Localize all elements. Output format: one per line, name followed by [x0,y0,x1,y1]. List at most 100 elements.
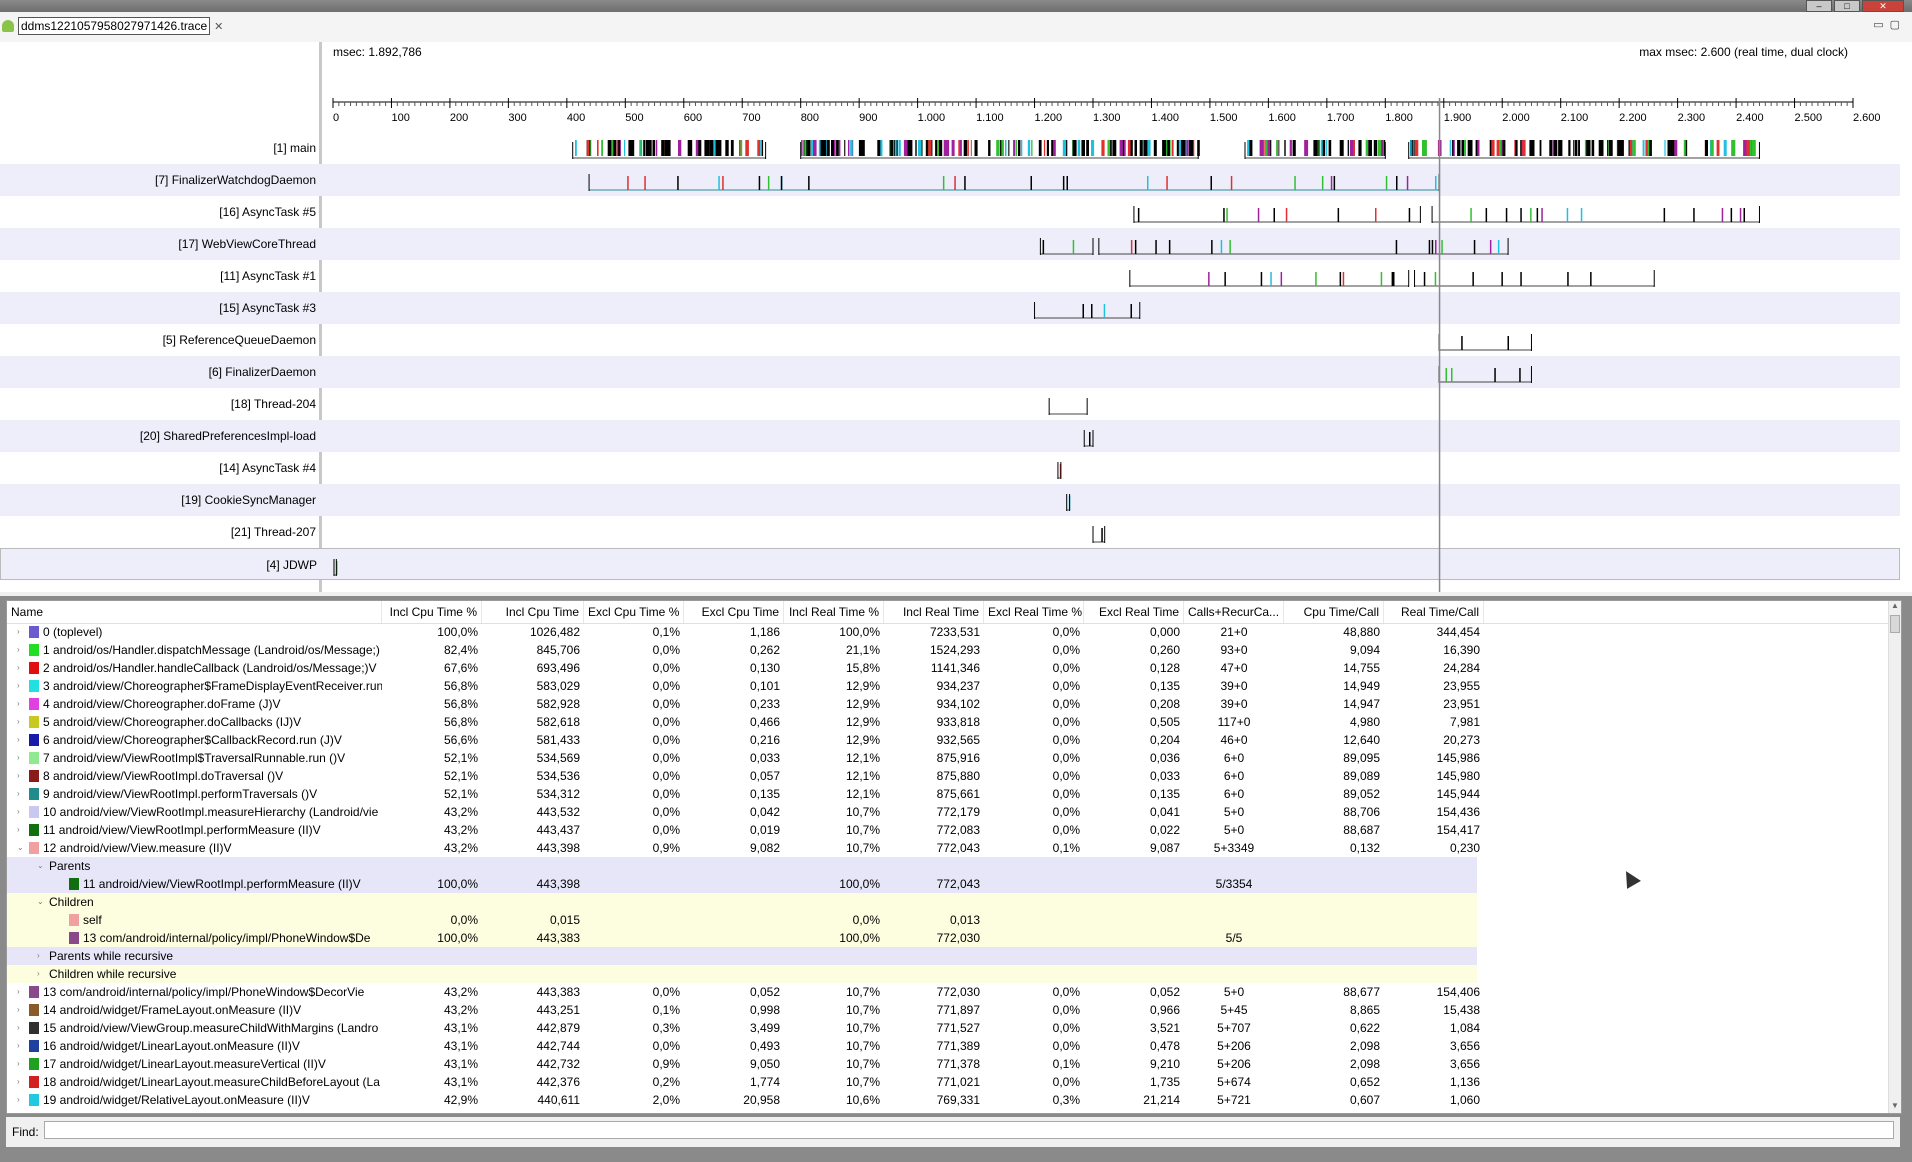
scrollbar-thumb[interactable] [1890,615,1900,633]
thread-activity-track[interactable] [0,324,1900,356]
expand-toggle-icon[interactable]: › [37,947,47,965]
table-row[interactable]: 13 com/android/internal/policy/impl/Phon… [7,929,1477,947]
table-row[interactable]: ⌄ 12 android/view/View.measure (II)V 43,2%… [7,839,1480,857]
close-window-button[interactable]: ✕ [1862,0,1904,12]
maximize-button[interactable]: □ [1834,0,1860,12]
minimize-button[interactable]: – [1806,0,1832,12]
table-row[interactable]: ⌄ Parents [7,857,1477,875]
thread-row[interactable]: [6] FinalizerDaemon [0,356,1900,388]
table-row[interactable]: › 1 android/os/Handler.dispatchMessage (L… [7,641,1480,659]
find-input[interactable] [44,1121,1894,1139]
scroll-down-icon[interactable]: ▼ [1889,1101,1901,1113]
column-header[interactable]: Incl Real Time [884,601,984,623]
thread-activity-track[interactable] [0,388,1900,420]
expand-toggle-icon[interactable]: › [17,677,27,695]
time-ruler[interactable]: 0 100 200 300 400 500 600 700 800 900 1.000 1.100 1.… [0,42,1912,132]
table-row[interactable]: self 0,0% 0,015 0,0% 0,013 [7,911,1477,929]
thread-row[interactable]: [14] AsyncTask #4 [0,452,1900,484]
thread-activity-track[interactable] [0,452,1900,484]
thread-row[interactable]: [16] AsyncTask #5 [0,196,1900,228]
thread-row[interactable]: [15] AsyncTask #3 [0,292,1900,324]
table-row[interactable]: 11 android/view/ViewRootImpl.performMeas… [7,875,1477,893]
table-row[interactable]: › 10 android/view/ViewRootImpl.measureHie… [7,803,1480,821]
expand-toggle-icon[interactable]: ⌄ [37,893,47,911]
column-header[interactable]: Excl Real Time % [984,601,1084,623]
thread-activity-track[interactable] [0,196,1900,228]
table-row[interactable]: › 11 android/view/ViewRootImpl.performMea… [7,821,1480,839]
thread-activity-track[interactable] [0,420,1900,452]
thread-activity-track[interactable] [0,292,1900,324]
table-row[interactable]: › Parents while recursive [7,947,1477,965]
table-row[interactable]: › 3 android/view/Choreographer$FrameDispl… [7,677,1480,695]
table-row[interactable]: › 13 com/android/internal/policy/impl/Pho… [7,983,1480,1001]
table-row[interactable]: › Children while recursive [7,965,1477,983]
column-header[interactable]: Calls+RecurCa... [1184,601,1284,623]
thread-row[interactable]: [17] WebViewCoreThread [0,228,1900,260]
table-row[interactable]: › 17 android/widget/LinearLayout.measureV… [7,1055,1480,1073]
thread-row[interactable]: [5] ReferenceQueueDaemon [0,324,1900,356]
table-row[interactable]: › 6 android/view/Choreographer$CallbackRe… [7,731,1480,749]
close-icon[interactable]: ✕ [214,20,223,33]
column-header[interactable]: Cpu Time/Call [1284,601,1384,623]
table-row[interactable]: › 4 android/view/Choreographer.doFrame (J… [7,695,1480,713]
expand-toggle-icon[interactable]: › [17,1001,27,1019]
expand-toggle-icon[interactable]: › [37,965,47,983]
expand-toggle-icon[interactable]: ⌄ [37,857,47,875]
thread-activity-track[interactable] [0,516,1900,548]
expand-toggle-icon[interactable]: › [17,1091,27,1109]
thread-activity-track[interactable] [0,484,1900,516]
table-scrollbar[interactable]: ▲ ▼ [1888,601,1901,1113]
table-row[interactable]: › 15 android/view/ViewGroup.measureChildW… [7,1019,1480,1037]
table-row[interactable]: › 18 android/widget/LinearLayout.measureC… [7,1073,1480,1091]
table-row[interactable]: › 8 android/view/ViewRootImpl.doTraversal… [7,767,1480,785]
maximize-view-icon[interactable]: ▢ [1890,18,1900,31]
thread-row[interactable]: [7] FinalizerWatchdogDaemon [0,164,1900,196]
column-header[interactable]: Incl Cpu Time % [382,601,482,623]
expand-toggle-icon[interactable]: › [17,803,27,821]
thread-row[interactable]: [1] main [0,132,1900,164]
expand-toggle-icon[interactable]: › [17,1037,27,1055]
thread-row[interactable]: [18] Thread-204 [0,388,1900,420]
expand-toggle-icon[interactable]: › [17,983,27,1001]
thread-row[interactable]: [11] AsyncTask #1 [0,260,1900,292]
expand-toggle-icon[interactable]: › [17,623,27,641]
thread-activity-track[interactable] [0,356,1900,388]
thread-row[interactable]: [4] JDWP [0,548,1900,580]
scroll-up-icon[interactable]: ▲ [1889,601,1901,613]
thread-row[interactable]: [21] Thread-207 [0,516,1900,548]
expand-toggle-icon[interactable]: ⌄ [17,839,27,857]
expand-toggle-icon[interactable]: › [17,731,27,749]
thread-activity-track[interactable] [0,228,1900,260]
thread-activity-track[interactable] [1,549,1901,581]
table-row[interactable]: › 2 android/os/Handler.handleCallback (La… [7,659,1480,677]
table-row[interactable]: › 5 android/view/Choreographer.doCallback… [7,713,1480,731]
table-row[interactable]: › 7 android/view/ViewRootImpl$TraversalRu… [7,749,1480,767]
expand-toggle-icon[interactable]: › [17,713,27,731]
expand-toggle-icon[interactable]: › [17,767,27,785]
column-header[interactable]: Incl Real Time % [784,601,884,623]
table-row[interactable]: ⌄ Children [7,893,1477,911]
thread-activity-track[interactable] [0,132,1900,164]
expand-toggle-icon[interactable]: › [17,659,27,677]
table-row[interactable]: › 9 android/view/ViewRootImpl.performTrav… [7,785,1480,803]
column-header[interactable]: Incl Cpu Time [482,601,584,623]
minimize-view-icon[interactable]: ▭ [1873,18,1883,31]
table-row[interactable]: › 19 android/widget/RelativeLayout.onMeas… [7,1091,1480,1109]
expand-toggle-icon[interactable]: › [17,785,27,803]
column-header[interactable]: Excl Cpu Time [684,601,784,623]
column-header[interactable]: Real Time/Call [1384,601,1484,623]
expand-toggle-icon[interactable]: › [17,695,27,713]
column-header[interactable]: Name [7,601,382,623]
expand-toggle-icon[interactable]: › [17,1019,27,1037]
expand-toggle-icon[interactable]: › [17,749,27,767]
expand-toggle-icon[interactable]: › [17,1055,27,1073]
thread-activity-track[interactable] [0,260,1900,292]
thread-row[interactable]: [19] CookieSyncManager [0,484,1900,516]
expand-toggle-icon[interactable]: › [17,821,27,839]
expand-toggle-icon[interactable]: › [17,1073,27,1091]
thread-activity-track[interactable] [0,164,1900,196]
table-row[interactable]: › 0 (toplevel) 100,0% 1026,482 0,1% 1,186 100,… [7,623,1480,641]
expand-toggle-icon[interactable]: › [17,641,27,659]
table-row[interactable]: › 14 android/widget/FrameLayout.onMeasure… [7,1001,1480,1019]
thread-row[interactable]: [20] SharedPreferencesImpl-load [0,420,1900,452]
